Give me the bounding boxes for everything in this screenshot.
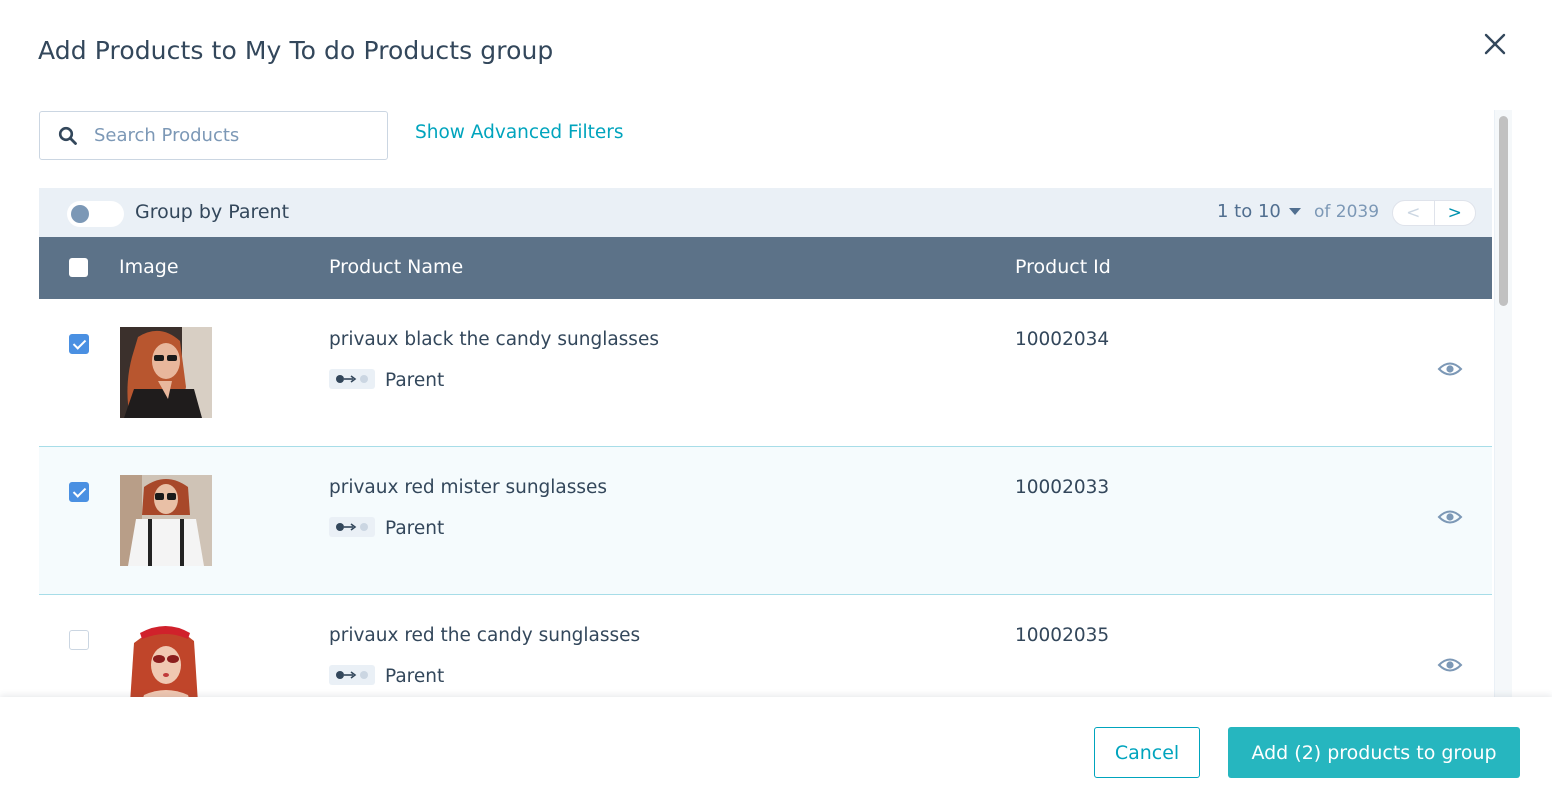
product-id: 10002034 xyxy=(1015,329,1110,350)
product-image xyxy=(120,327,212,418)
column-header-image: Image xyxy=(119,256,179,278)
search-icon xyxy=(58,126,77,145)
row-checkbox[interactable] xyxy=(69,482,89,502)
table-toolbar: Group by Parent 1 to 10 of 2039 < > xyxy=(39,188,1492,237)
table-scrollbar[interactable] xyxy=(1494,110,1512,698)
product-image xyxy=(120,475,212,566)
close-button[interactable] xyxy=(1478,28,1512,62)
page-total: of 2039 xyxy=(1314,202,1380,222)
eye-icon[interactable] xyxy=(1437,656,1463,674)
table-row[interactable]: privaux black the candy sunglasses Paren… xyxy=(39,299,1492,447)
page-range-value: 1 to 10 xyxy=(1217,201,1281,222)
group-by-parent-label: Group by Parent xyxy=(135,201,290,223)
product-id: 10002035 xyxy=(1015,625,1110,646)
product-type: Parent xyxy=(385,370,445,391)
search-box xyxy=(39,111,388,160)
toggle-knob xyxy=(71,205,89,223)
page-range-dropdown[interactable]: 1 to 10 xyxy=(1217,201,1301,222)
modal-footer: Cancel Add (2) products to group xyxy=(0,697,1552,796)
cancel-button[interactable]: Cancel xyxy=(1094,727,1200,778)
product-name: privaux black the candy sunglasses xyxy=(329,329,659,350)
prev-page-button[interactable]: < xyxy=(1393,201,1435,225)
product-name: privaux red mister sunglasses xyxy=(329,477,608,498)
table-header: Image Product Name Product Id xyxy=(39,237,1492,299)
product-name: privaux red the candy sunglasses xyxy=(329,625,641,646)
product-type: Parent xyxy=(385,518,445,539)
table-row[interactable]: privaux red mister sunglasses Parent 100… xyxy=(39,447,1492,595)
parent-link-icon xyxy=(336,671,368,679)
show-advanced-filters-link[interactable]: Show Advanced Filters xyxy=(415,122,624,143)
scrollbar-thumb[interactable] xyxy=(1499,116,1508,306)
parent-badge xyxy=(329,369,375,389)
group-by-parent-toggle[interactable] xyxy=(67,201,124,227)
row-checkbox[interactable] xyxy=(69,334,89,354)
column-header-product-name: Product Name xyxy=(329,256,464,278)
row-checkbox[interactable] xyxy=(69,630,89,650)
product-thumbnail[interactable] xyxy=(120,475,212,566)
column-header-product-id: Product Id xyxy=(1015,256,1111,278)
parent-link-icon xyxy=(336,523,368,531)
product-thumbnail[interactable] xyxy=(120,327,212,418)
pager-buttons: < > xyxy=(1392,200,1476,226)
modal-title: Add Products to My To do Products group xyxy=(38,36,554,65)
parent-link-icon xyxy=(336,375,368,383)
product-type: Parent xyxy=(385,666,445,687)
search-input[interactable] xyxy=(94,125,354,146)
parent-badge xyxy=(329,517,375,537)
next-page-button[interactable]: > xyxy=(1435,201,1476,225)
close-icon xyxy=(1484,33,1506,55)
eye-icon[interactable] xyxy=(1437,508,1463,526)
select-all-checkbox[interactable] xyxy=(69,258,88,277)
product-id: 10002033 xyxy=(1015,477,1110,498)
eye-icon[interactable] xyxy=(1437,360,1463,378)
add-products-button[interactable]: Add (2) products to group xyxy=(1228,727,1520,778)
caret-down-icon xyxy=(1288,208,1301,215)
parent-badge xyxy=(329,665,375,685)
